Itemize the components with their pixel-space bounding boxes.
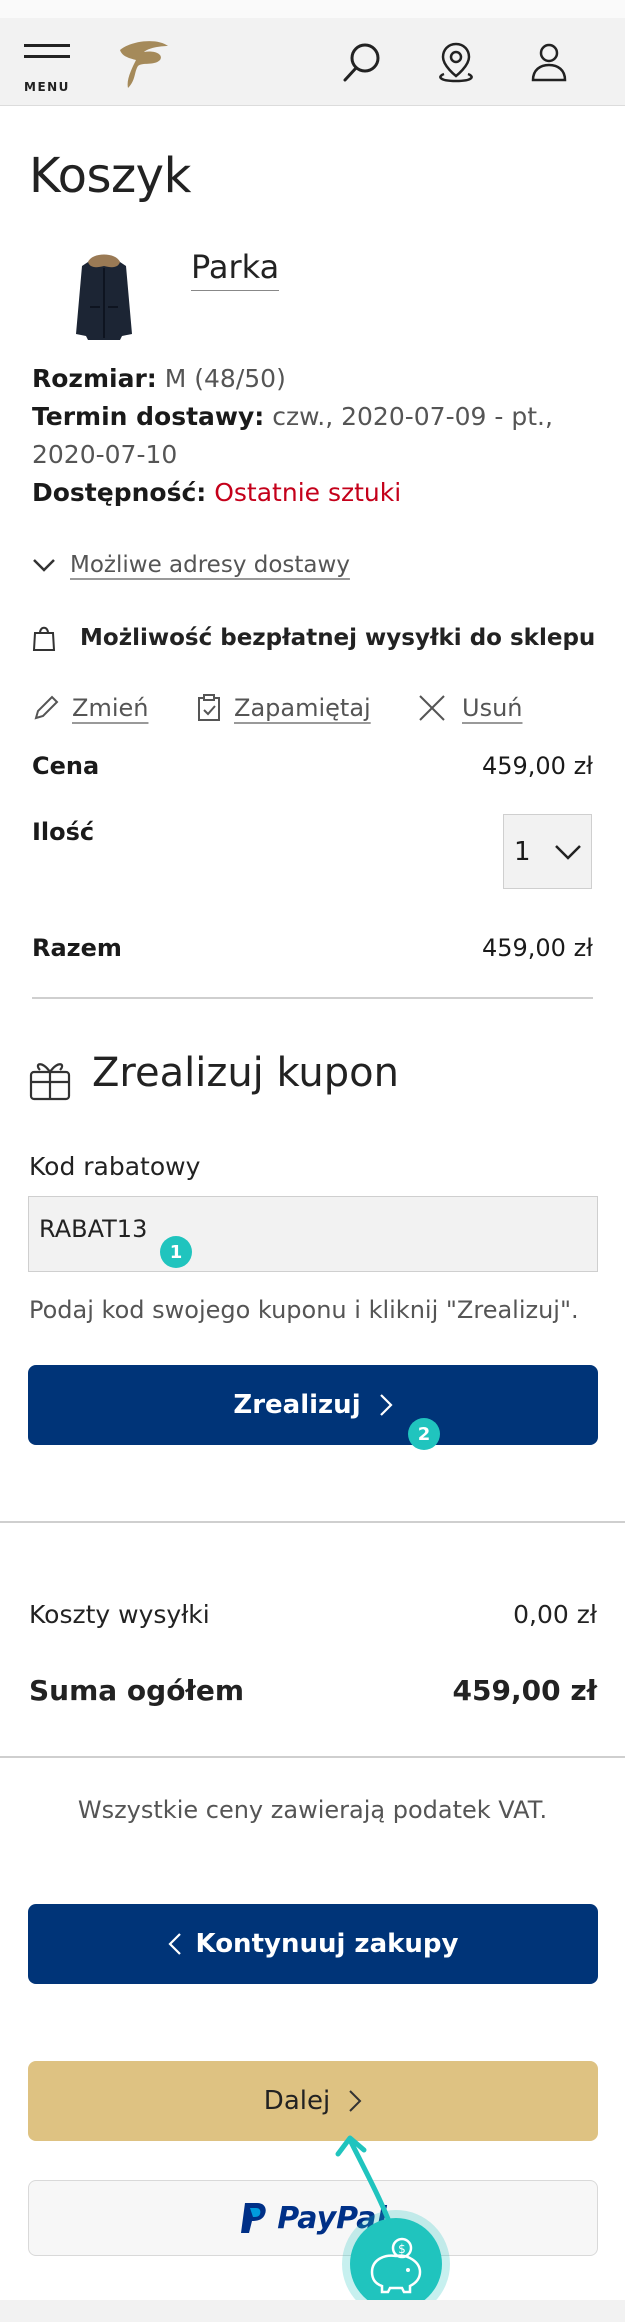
continue-shopping-label: Kontynuuj zakupy <box>195 1929 459 1959</box>
close-icon <box>419 695 445 721</box>
menu-button[interactable]: MENU <box>24 44 72 94</box>
coupon-title: Zrealizuj kupon <box>92 1050 399 1096</box>
coupon-field-label: Kod rabatowy <box>29 1152 201 1181</box>
status-strip <box>0 0 625 18</box>
chevron-right-icon <box>349 2090 362 2112</box>
pointer-arrow-icon <box>335 2135 393 2227</box>
section-divider <box>0 1521 625 1523</box>
coupon-code-field[interactable] <box>28 1196 598 1272</box>
next-button[interactable]: Dalej <box>28 2061 598 2141</box>
shipping-cost-label: Koszty wysyłki <box>29 1600 210 1629</box>
gift-icon <box>29 1063 71 1101</box>
chevron-down-icon <box>33 559 55 572</box>
next-label: Dalej <box>263 2086 331 2116</box>
savings-widget[interactable]: $ <box>350 2218 442 2310</box>
account-icon[interactable] <box>527 40 571 84</box>
coupon-hint: Podaj kod swojego kuponu i kliknij "Zrea… <box>29 1296 579 1324</box>
size-label: Rozmiar: <box>32 364 157 393</box>
clipboard-check-icon <box>198 694 220 721</box>
quantity-value: 1 <box>514 837 531 867</box>
quantity-label: Ilość <box>32 818 95 846</box>
product-name-link[interactable]: Parka <box>191 248 280 291</box>
total-label: Razem <box>32 934 122 962</box>
svg-text:$: $ <box>398 2242 406 2256</box>
availability-label: Dostępność: <box>32 478 207 507</box>
edit-label: Zmień <box>72 694 149 722</box>
delivery-value: czw., 2020-07-09 - pt., <box>272 402 553 431</box>
grand-total-label: Suma ogółem <box>29 1674 244 1707</box>
step-marker-2: 2 <box>408 1418 440 1450</box>
availability-row: Dostępność: Ostatnie sztuki <box>32 478 401 507</box>
store-locator-icon[interactable] <box>434 40 478 84</box>
chevron-down-icon <box>555 845 581 860</box>
delivery-row-cont: 2020-07-10 <box>32 440 177 469</box>
coupon-code-input[interactable] <box>39 1215 579 1243</box>
free-shipping-info: Możliwość bezpłatnej wysyłki do sklepu <box>32 624 595 652</box>
chevron-left-icon <box>167 1933 181 1955</box>
section-divider-2 <box>0 1756 625 1758</box>
size-row: Rozmiar: M (48/50) <box>32 364 286 393</box>
quantity-select[interactable]: 1 <box>503 814 592 889</box>
continue-shopping-button[interactable]: Kontynuuj zakupy <box>28 1904 598 1984</box>
save-label: Zapamiętaj <box>234 694 371 722</box>
price-value: 459,00 zł <box>481 752 593 780</box>
search-icon[interactable] <box>341 40 385 84</box>
vat-note: Wszystkie ceny zawierają podatek VAT. <box>77 1796 548 1824</box>
size-value: M (48/50) <box>164 364 286 393</box>
paypal-button[interactable]: PayPal <box>28 2180 598 2256</box>
delivery-addresses-link: Możliwe adresy dostawy <box>70 552 350 578</box>
availability-value: Ostatnie sztuki <box>214 478 402 507</box>
shopping-bag-icon <box>32 626 56 651</box>
menu-label: MENU <box>24 80 70 94</box>
hamburger-icon <box>24 44 70 47</box>
divider <box>32 997 593 999</box>
delivery-row: Termin dostawy: czw., 2020-07-09 - pt., <box>32 402 553 431</box>
edit-action[interactable]: Zmień <box>32 694 148 722</box>
remove-action[interactable]: Usuń <box>418 694 523 722</box>
piggy-bank-icon: $ <box>370 2237 422 2294</box>
hamburger-icon-line <box>24 55 70 58</box>
paypal-logo-icon <box>241 2203 266 2233</box>
shipping-cost-value: 0,00 zł <box>513 1600 597 1629</box>
total-value: 459,00 zł <box>481 934 593 962</box>
tchibo-logo-icon[interactable] <box>114 36 172 92</box>
free-shipping-text: Możliwość bezpłatnej wysyłki do sklepu <box>80 625 596 651</box>
redeem-label: Zrealizuj <box>233 1390 361 1420</box>
delivery-addresses-toggle[interactable]: Możliwe adresy dostawy <box>32 552 350 578</box>
price-label: Cena <box>32 752 100 780</box>
pencil-icon <box>34 695 59 720</box>
delivery-label: Termin dostawy: <box>32 402 265 431</box>
grand-total-value: 459,00 zł <box>452 1674 597 1707</box>
remove-label: Usuń <box>462 694 523 722</box>
site-header: MENU <box>0 18 625 106</box>
step-marker-1: 1 <box>160 1236 192 1268</box>
product-image[interactable] <box>68 248 140 344</box>
page-title: Koszyk <box>29 148 191 204</box>
chevron-right-icon <box>379 1394 393 1416</box>
redeem-button[interactable]: Zrealizuj <box>28 1365 598 1445</box>
bottom-bar <box>0 2300 625 2322</box>
save-action[interactable]: Zapamiętaj <box>196 694 371 722</box>
delivery-value-2: 2020-07-10 <box>32 440 178 469</box>
